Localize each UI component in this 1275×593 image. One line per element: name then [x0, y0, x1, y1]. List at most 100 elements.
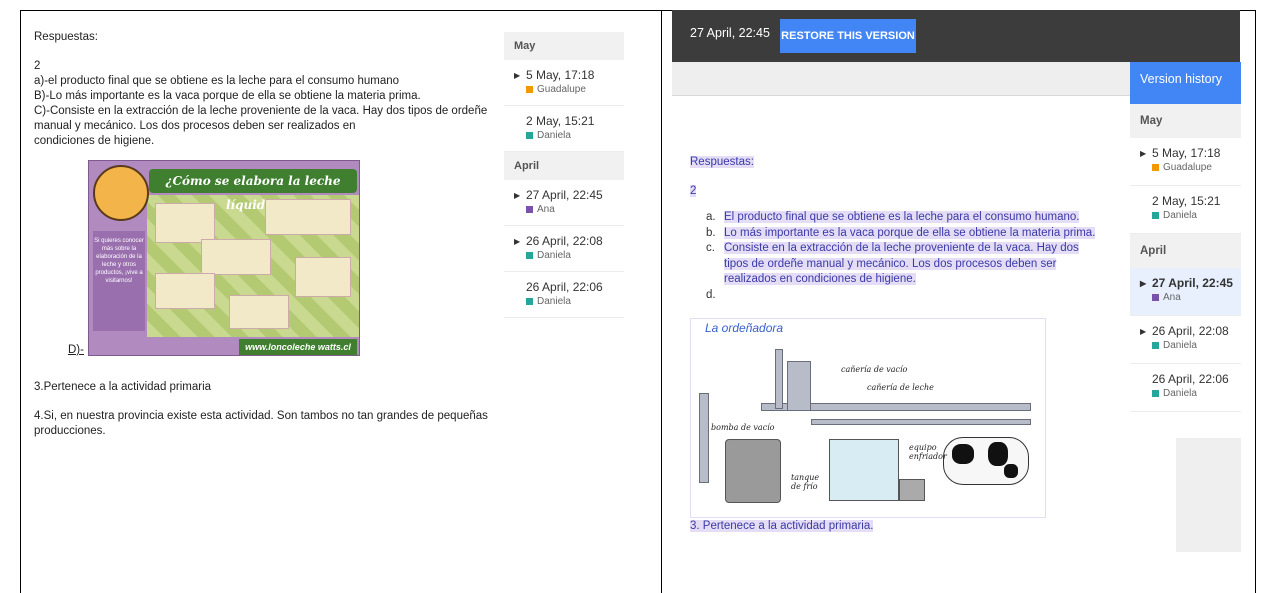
step-panel: [155, 203, 215, 243]
list-item: c. Consiste en la extracción de la leche …: [706, 242, 1079, 286]
version-item[interactable]: 26 April, 22:06 Daniela: [1130, 364, 1241, 412]
version-date: 26 April, 22:06: [526, 280, 603, 294]
version-date: 5 May, 17:18: [1152, 146, 1221, 160]
infographic-banner: ¿Cómo se elabora la leche líquida?: [149, 169, 357, 212]
answer-number: 2: [690, 185, 697, 197]
sidebar-filler: [1176, 438, 1241, 552]
user-color-swatch: [526, 252, 533, 259]
version-section-header: May: [1130, 104, 1241, 138]
version-date: 27 April, 22:45: [526, 188, 603, 202]
answer-a: a)-el producto final que se obtiene es l…: [34, 75, 400, 87]
restore-version-button[interactable]: RESTORE THIS VERSION: [780, 19, 916, 53]
version-item[interactable]: ▶ 27 April, 22:45 Ana: [504, 180, 624, 226]
label-pump: bomba de vacío: [711, 423, 775, 432]
list-item: a. El producto final que se obtiene es la…: [706, 211, 1080, 223]
version-date: 26 April, 22:08: [1152, 324, 1229, 338]
expand-arrow-icon[interactable]: ▶: [514, 237, 526, 246]
version-history-title: Version history: [1130, 62, 1241, 104]
label-cooler: equipo enfriador: [909, 443, 947, 461]
version-user: Guadalupe: [537, 84, 586, 95]
version-user: Daniela: [1163, 388, 1197, 399]
user-color-swatch: [526, 206, 533, 213]
version-item-selected[interactable]: ▶ 27 April, 22:45 Ana: [1130, 268, 1241, 316]
mascot-icon: [93, 165, 149, 221]
step-panel: [265, 199, 351, 235]
version-section-header: April: [504, 152, 624, 180]
receiver-jar: [787, 361, 811, 411]
answer-c-line2: manual y mecánico. Los dos procesos debe…: [34, 120, 356, 132]
label-vacuum-pipe: cañería de vacío: [841, 365, 908, 374]
version-date: 26 April, 22:06: [1152, 372, 1229, 386]
version-item[interactable]: ▶ 5 May, 17:18 Guadalupe: [504, 60, 624, 106]
pipe-segment: [699, 393, 709, 483]
version-item[interactable]: ▶ 26 April, 22:08 Daniela: [504, 226, 624, 272]
milk-pipe: [811, 419, 1031, 425]
user-color-swatch: [1152, 164, 1159, 171]
answer-list: a. El producto final que se obtiene es la…: [706, 210, 1106, 304]
step-panel: [295, 257, 351, 297]
user-color-swatch: [526, 298, 533, 305]
answer-3: 3. Pertenece a la actividad primaria.: [690, 520, 874, 532]
answer-d: D)-: [68, 344, 84, 356]
user-color-swatch: [526, 132, 533, 139]
cooling-tank: [829, 439, 899, 501]
version-user: Daniela: [1163, 340, 1197, 351]
left-document-body[interactable]: Respuestas: 2 a)-el producto final que s…: [34, 30, 504, 149]
version-user: Daniela: [1163, 210, 1197, 221]
version-date: 2 May, 15:21: [526, 114, 595, 128]
current-version-date: 27 April, 22:45: [690, 26, 770, 40]
step-panel: [201, 239, 271, 275]
expand-arrow-icon[interactable]: ▶: [514, 71, 526, 80]
version-date: 27 April, 22:45: [1152, 276, 1233, 290]
pipe-segment: [775, 349, 783, 409]
vacuum-pump: [725, 439, 781, 503]
version-date: 2 May, 15:21: [1152, 194, 1221, 208]
answer-b: B)-Lo más importante es la vaca porque d…: [34, 90, 421, 102]
version-item[interactable]: ▶ 26 April, 22:08 Daniela: [1130, 316, 1241, 364]
version-item[interactable]: ▶ 5 May, 17:18 Guadalupe: [1130, 138, 1241, 186]
expand-arrow-icon[interactable]: ▶: [1140, 149, 1152, 158]
step-panel: [229, 295, 289, 329]
version-item[interactable]: 26 April, 22:06 Daniela: [504, 272, 624, 318]
answer-4: 4.Si, en nuestra provincia existe esta a…: [34, 410, 488, 437]
version-date: 26 April, 22:08: [526, 234, 603, 248]
list-item: b. Lo más importante es la vaca porque de…: [706, 226, 1096, 239]
expand-arrow-icon[interactable]: ▶: [1140, 327, 1152, 336]
version-user: Daniela: [537, 250, 571, 261]
step-panel: [155, 273, 215, 309]
label-milk-pipe: cañería de leche: [867, 383, 934, 392]
version-section-header: May: [504, 32, 624, 60]
expand-arrow-icon[interactable]: ▶: [514, 191, 526, 200]
infographic-url: www.loncoleche watts.cl: [239, 339, 357, 355]
cooler-unit: [899, 479, 925, 501]
expand-arrow-icon[interactable]: ▶: [1140, 279, 1152, 288]
label-tank: tanque de frío: [791, 473, 820, 491]
version-user: Daniela: [537, 130, 571, 141]
version-user: Ana: [537, 204, 555, 215]
version-user: Guadalupe: [1163, 162, 1212, 173]
cow-icon: [943, 437, 1029, 485]
version-date: 5 May, 17:18: [526, 68, 595, 82]
answer-number: 2: [34, 60, 41, 72]
list-item: d.: [706, 288, 716, 301]
doc-heading: Respuestas:: [690, 156, 754, 168]
right-document-body[interactable]: Respuestas: 2: [690, 155, 1110, 199]
doc-heading: Respuestas:: [34, 31, 98, 43]
right-version-list: May ▶ 5 May, 17:18 Guadalupe 2 May, 15:21…: [1130, 104, 1241, 412]
infographic-side-text: Si quieres conocer más sobre la elaborac…: [93, 231, 145, 331]
panel-divider: [661, 10, 662, 593]
version-user: Ana: [1163, 292, 1181, 303]
version-section-header: April: [1130, 234, 1241, 268]
user-color-swatch: [1152, 342, 1159, 349]
toolbar-strip: [672, 62, 1130, 96]
answer-c-line3: condiciones de higiene.: [34, 135, 155, 147]
frame-border: [20, 10, 21, 593]
version-item[interactable]: 2 May, 15:21 Daniela: [1130, 186, 1241, 234]
left-document-body-continued[interactable]: 3.Pertenece a la actividad primaria 4.Si…: [34, 380, 504, 439]
version-item[interactable]: 2 May, 15:21 Daniela: [504, 106, 624, 152]
user-color-swatch: [1152, 212, 1159, 219]
left-version-list: May ▶ 5 May, 17:18 Guadalupe 2 May, 15:21…: [504, 32, 624, 318]
milking-machine-diagram[interactable]: La ordeñadora cañería de vacío cañería d…: [690, 318, 1046, 518]
answer-3: 3.Pertenece a la actividad primaria: [34, 381, 212, 393]
milk-infographic-image[interactable]: ¿Cómo se elabora la leche líquida? Si qu…: [88, 160, 360, 356]
